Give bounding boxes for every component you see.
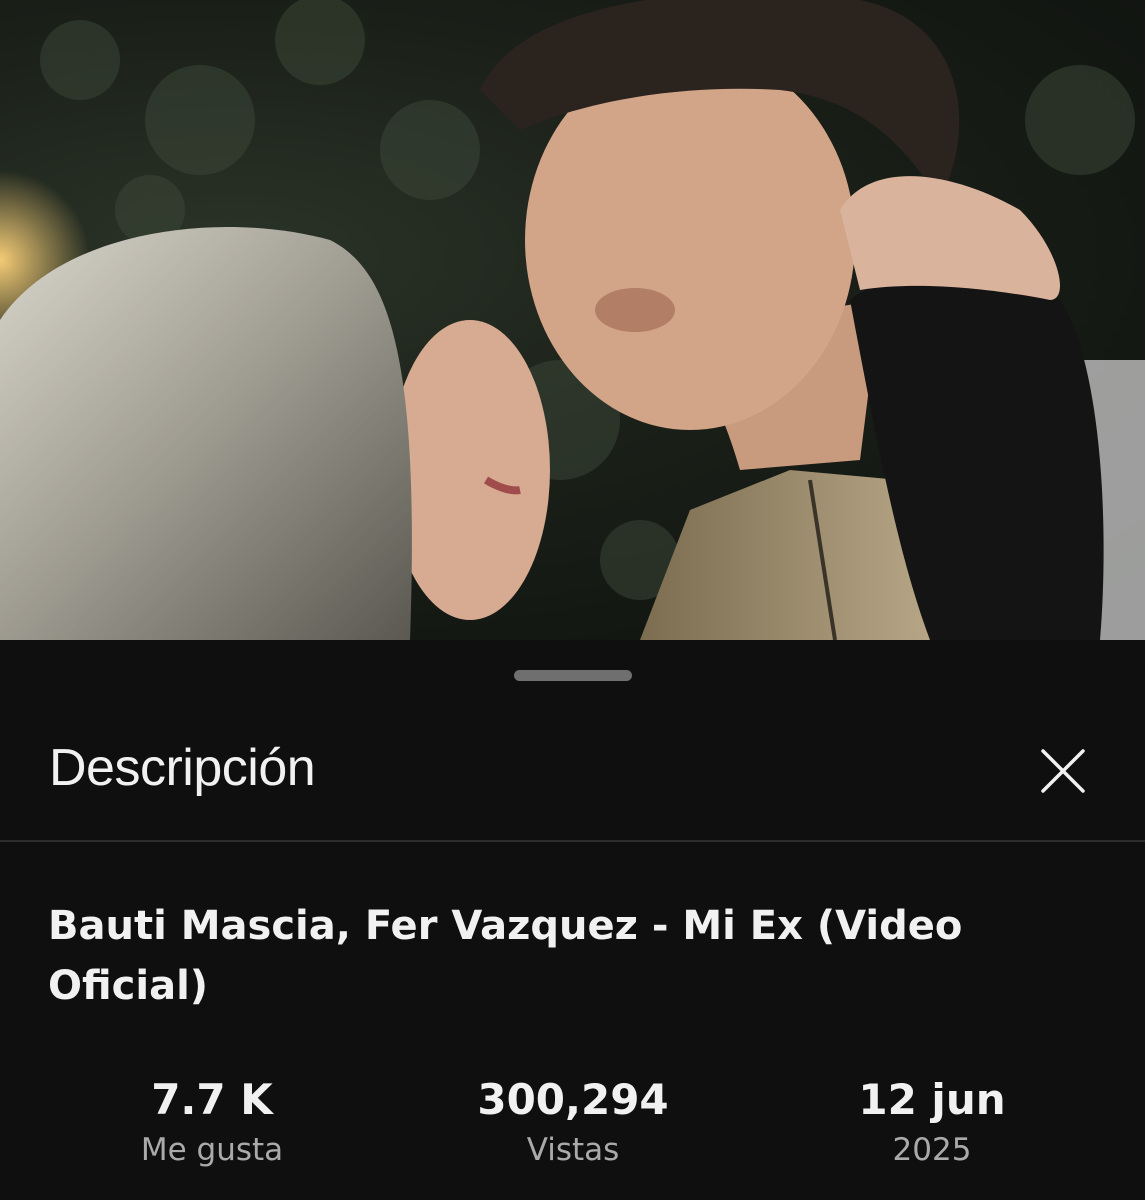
date-stat: 12 jun 2025 [782, 1073, 1082, 1173]
close-icon [1041, 749, 1085, 793]
video-title: Bauti Mascia, Fer Vazquez - Mi Ex (Video… [48, 903, 963, 1009]
sheet-title: Descripción [49, 739, 316, 797]
likes-label: Me gusta [140, 1132, 284, 1168]
publish-date: 12 jun [858, 1075, 1006, 1124]
video-frame-image [0, 0, 1145, 640]
close-button[interactable] [1030, 738, 1096, 804]
video-player[interactable] [0, 0, 1145, 640]
likes-count: 7.7 K [151, 1075, 273, 1124]
video-stats: 7.7 K Me gusta 300,294 Vistas 12 jun 202… [0, 1073, 1145, 1183]
drag-handle[interactable] [514, 670, 632, 681]
likes-stat[interactable]: 7.7 K Me gusta [62, 1073, 362, 1173]
description-sheet: Descripción Bauti Mascia, Fer Vazquez - … [0, 648, 1145, 1200]
views-stat: 300,294 Vistas [423, 1073, 723, 1173]
publish-year: 2025 [892, 1132, 972, 1168]
views-label: Vistas [526, 1132, 620, 1168]
header-divider [0, 840, 1145, 842]
views-count: 300,294 [477, 1075, 669, 1124]
